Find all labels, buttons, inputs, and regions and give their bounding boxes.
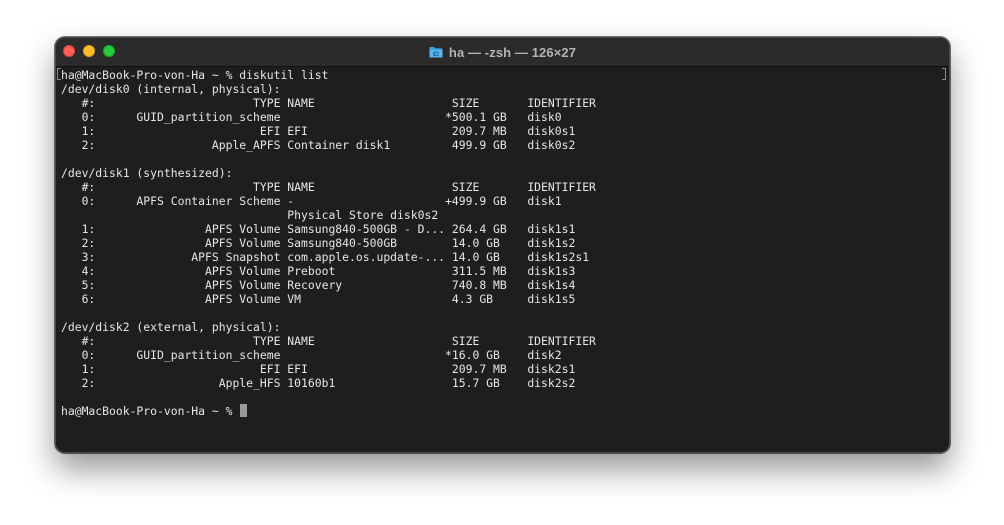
disk-header: /dev/disk1 (synthesized):: [61, 166, 233, 180]
partition-row: 0: GUID_partition_scheme *16.0 GB disk2: [61, 348, 562, 362]
command-line: ha@MacBook-Pro-von-Ha ~ % diskutil list: [61, 68, 329, 82]
partition-row: 0: GUID_partition_scheme *500.1 GB disk0: [61, 110, 562, 124]
terminal-content[interactable]: ha@MacBook-Pro-von-Ha ~ % diskutil list …: [56, 67, 949, 452]
column-header: #: TYPE NAME SIZE IDENTIFIER: [61, 96, 596, 110]
mark-bracket-left: [57, 68, 61, 80]
window-title-area: ha — -zsh — 126×27: [56, 38, 949, 66]
terminal-window: ha — -zsh — 126×27 ha@MacBook-Pro-von-Ha…: [55, 37, 950, 453]
prompt-text: ha@MacBook-Pro-von-Ha ~ %: [61, 404, 240, 418]
text-cursor: [240, 404, 248, 417]
partition-row: 5: APFS Volume Recovery 740.8 MB disk1s4: [61, 278, 576, 292]
partition-row: 0: APFS Container Scheme - +499.9 GB dis…: [61, 194, 562, 208]
window-title: ha — -zsh — 126×27: [448, 44, 577, 60]
column-header: #: TYPE NAME SIZE IDENTIFIER: [61, 334, 596, 348]
partition-row: 1: EFI EFI 209.7 MB disk2s1: [61, 362, 576, 376]
partition-row: 6: APFS Volume VM 4.3 GB disk1s5: [61, 292, 576, 306]
disk-header: /dev/disk0 (internal, physical):: [61, 82, 281, 96]
disk-header: /dev/disk2 (external, physical):: [61, 320, 281, 334]
mark-bracket-right: [942, 68, 946, 80]
partition-row: 4: APFS Volume Preboot 311.5 MB disk1s3: [61, 264, 576, 278]
folder-icon: [429, 47, 443, 58]
column-header: #: TYPE NAME SIZE IDENTIFIER: [61, 180, 596, 194]
partition-row: 1: EFI EFI 209.7 MB disk0s1: [61, 124, 576, 138]
partition-row: 2: Apple_HFS 10160b1 15.7 GB disk2s2: [61, 376, 576, 390]
partition-row: 2: Apple_APFS Container disk1 499.9 GB d…: [61, 138, 576, 152]
partition-row-continuation: Physical Store disk0s2: [61, 208, 439, 222]
prompt-line[interactable]: ha@MacBook-Pro-von-Ha ~ %: [61, 404, 949, 418]
partition-row: 3: APFS Snapshot com.apple.os.update-...…: [61, 250, 590, 264]
partition-row: 2: APFS Volume Samsung840-500GB 14.0 GB …: [61, 236, 576, 250]
partition-row: 1: APFS Volume Samsung840-500GB - D... 2…: [61, 222, 576, 236]
title-bar[interactable]: ha — -zsh — 126×27: [56, 38, 949, 67]
